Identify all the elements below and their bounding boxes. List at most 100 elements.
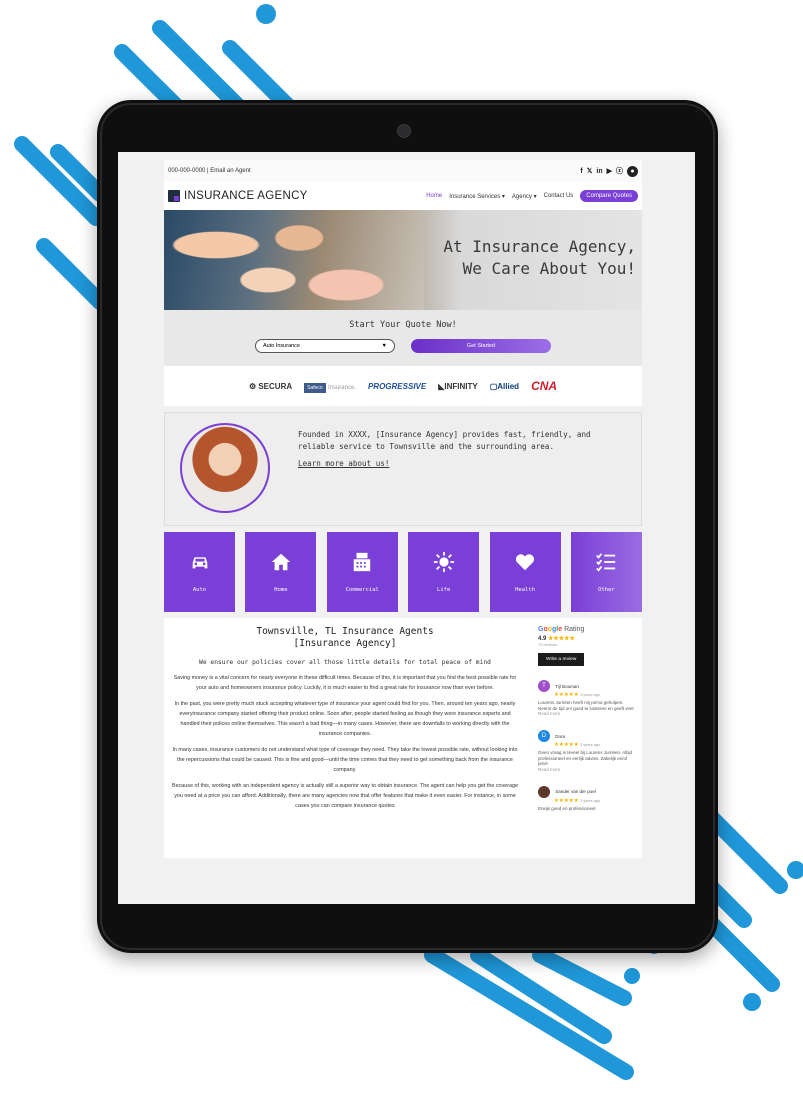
review-stars: ★★★★★ bbox=[554, 742, 579, 748]
nav-item-contact[interactable]: Contact Us bbox=[544, 193, 574, 199]
article-paragraph: Because of this, working with an indepen… bbox=[171, 783, 518, 809]
review-time: 3 years ago bbox=[580, 798, 601, 803]
learn-more-link[interactable]: Learn more about us! bbox=[298, 458, 389, 470]
reviewer-avatar bbox=[538, 785, 550, 798]
logo-text: INSURANCE AGENCY bbox=[184, 190, 308, 202]
tile-other[interactable]: Other bbox=[570, 532, 642, 612]
carrier-infinity: ◣INFINITY bbox=[438, 381, 478, 391]
car-icon bbox=[192, 557, 207, 569]
google-logo: Google bbox=[538, 626, 563, 633]
checklist-icon bbox=[596, 553, 616, 572]
quote-form: Auto Insurance ▼ Get Started bbox=[164, 339, 642, 353]
tile-health[interactable]: Health bbox=[489, 532, 561, 612]
tablet-device: 000-000-0000 | Email an Agent f 𝕏 in ▶ ⓩ… bbox=[97, 100, 718, 953]
twitter-icon[interactable]: 𝕏 bbox=[587, 167, 593, 175]
tile-label: Commercial bbox=[345, 587, 379, 593]
review-text: Geen vraag is teveel bij Lourens Jurriëe… bbox=[538, 750, 633, 766]
nav-menu: Home Insurance Services ▾ Agency ▾ Conta… bbox=[426, 190, 638, 202]
carrier-logos: ⚙ SECURA Safeco Insurance. PROGRESSIVE ◣… bbox=[164, 366, 642, 406]
accessibility-icon[interactable]: ⓩ bbox=[616, 166, 623, 176]
camera-icon bbox=[397, 124, 411, 138]
facebook-icon[interactable]: f bbox=[580, 168, 582, 175]
content-section: Townsville, TL Insurance Agents [Insuran… bbox=[164, 618, 642, 858]
read-more-link[interactable]: Read more bbox=[538, 767, 636, 772]
carrier-safeco: Safeco Insurance. bbox=[304, 382, 356, 393]
tile-label: Other bbox=[598, 587, 615, 593]
website: 000-000-0000 | Email an Agent f 𝕏 in ▶ ⓩ… bbox=[164, 160, 642, 858]
review-card: T Tijl Bouman ★★★★★ 3 years ago Lourens … bbox=[538, 680, 636, 716]
about-section: Founded in XXXX, [Insurance Agency] prov… bbox=[164, 412, 642, 526]
insurance-type-select[interactable]: Auto Insurance ▼ bbox=[255, 339, 395, 353]
review-stars: ★★★★★ bbox=[554, 797, 579, 804]
review-card: Sander van der poel ★★★★★ 3 years ago Er… bbox=[538, 785, 636, 812]
about-paragraph: Founded in XXXX, [Insurance Agency] prov… bbox=[298, 430, 591, 451]
article-paragraph: In the past, you were pretty much stuck … bbox=[174, 701, 516, 737]
site-logo[interactable]: INSURANCE AGENCY bbox=[168, 190, 308, 202]
select-value: Auto Insurance bbox=[263, 343, 300, 349]
review-text: Erwijs goed en professioneel bbox=[538, 805, 596, 811]
reviewer-name: Dora bbox=[555, 733, 566, 739]
tile-label: Life bbox=[437, 587, 451, 593]
rating-label: Rating bbox=[564, 626, 585, 633]
compare-quotes-button[interactable]: Compare Quotes bbox=[580, 190, 638, 202]
linkedin-icon[interactable]: in bbox=[596, 168, 602, 175]
logo-mark-icon bbox=[168, 190, 180, 202]
tile-commercial[interactable]: Commercial bbox=[326, 532, 398, 612]
user-icon[interactable]: ● bbox=[627, 165, 638, 177]
article-paragraph: Saving money is a vital concern for near… bbox=[173, 675, 517, 691]
reviewer-name: Tijl Bouman bbox=[555, 683, 579, 689]
house-icon bbox=[271, 553, 291, 571]
register-icon bbox=[354, 552, 371, 572]
nav-item-agency[interactable]: Agency ▾ bbox=[512, 193, 537, 200]
article-paragraph: In many cases, insurance customers do no… bbox=[172, 747, 518, 773]
review-text: Lourens Jurriëen heeft mij prima geholpe… bbox=[538, 700, 634, 711]
caret-down-icon: ▼ bbox=[381, 343, 387, 349]
service-tiles: Auto Home Commercial Life Health Other bbox=[164, 532, 642, 612]
sun-icon bbox=[433, 551, 454, 573]
read-more-link[interactable]: Read more bbox=[538, 711, 636, 716]
top-bar: 000-000-0000 | Email an Agent f 𝕏 in ▶ ⓩ… bbox=[164, 160, 642, 182]
carrier-secura: ⚙ SECURA bbox=[248, 381, 293, 391]
heart-icon bbox=[515, 554, 535, 571]
write-review-button[interactable]: Write a review bbox=[538, 653, 585, 666]
about-text: Founded in XXXX, [Insurance Agency] prov… bbox=[298, 429, 618, 470]
contact-info[interactable]: 000-000-0000 | Email an Agent bbox=[168, 168, 251, 174]
reviews-sidebar: Google Rating 4.9 ★★★★★ 70 reviews Write… bbox=[520, 626, 636, 850]
tile-home[interactable]: Home bbox=[245, 532, 317, 612]
hero-headline: At Insurance Agency, We Care About You! bbox=[443, 236, 636, 280]
main-nav: INSURANCE AGENCY Home Insurance Services… bbox=[164, 182, 642, 210]
quote-section: Start Your Quote Now! Auto Insurance ▼ G… bbox=[164, 310, 642, 366]
hero-banner: At Insurance Agency, We Care About You! bbox=[164, 210, 642, 310]
carrier-progressive: PROGRESSIVE bbox=[367, 381, 427, 391]
review-card: D Dora ★★★★★ 3 years ago Geen vraag is t… bbox=[538, 730, 636, 772]
main-article: Townsville, TL Insurance Agents [Insuran… bbox=[170, 626, 520, 850]
reviewer-avatar: D bbox=[538, 730, 550, 742]
hero-line-2: We Care About You! bbox=[462, 259, 636, 278]
tile-auto[interactable]: Auto bbox=[164, 532, 235, 612]
hero-line-1: At Insurance Agency, bbox=[443, 237, 636, 256]
quote-title: Start Your Quote Now! bbox=[349, 320, 457, 330]
carrier-cna: CNA bbox=[531, 379, 558, 393]
tile-label: Health bbox=[515, 587, 535, 593]
article-title-agency: [Insurance Agency] bbox=[293, 638, 397, 649]
review-time: 3 years ago bbox=[580, 743, 601, 747]
reviewer-avatar: T bbox=[538, 680, 550, 692]
carrier-allied: ▢Allied bbox=[489, 381, 520, 391]
google-rating-header: Google Rating bbox=[538, 626, 636, 633]
youtube-icon[interactable]: ▶ bbox=[607, 167, 612, 175]
get-started-button[interactable]: Get Started bbox=[411, 339, 551, 353]
nav-item-insurance-services[interactable]: Insurance Services ▾ bbox=[449, 193, 505, 200]
review-stars: ★★★★★ bbox=[554, 692, 579, 698]
tile-label: Home bbox=[274, 587, 288, 593]
agent-photo bbox=[180, 423, 270, 513]
article-title: Townsville, TL Insurance Agents bbox=[256, 626, 434, 637]
reviews-count: 70 reviews bbox=[538, 642, 558, 647]
social-links: f 𝕏 in ▶ ⓩ ● bbox=[580, 165, 638, 177]
tile-label: Auto bbox=[192, 587, 207, 593]
reviewer-name: Sander van der poel bbox=[555, 789, 596, 794]
tile-life[interactable]: Life bbox=[408, 532, 480, 612]
rating-score: 4.9 ★★★★★ bbox=[538, 636, 575, 642]
secura-gear-icon: ⚙ bbox=[248, 381, 257, 391]
nav-item-home[interactable]: Home bbox=[426, 193, 442, 199]
hero-family-photo bbox=[164, 210, 424, 310]
